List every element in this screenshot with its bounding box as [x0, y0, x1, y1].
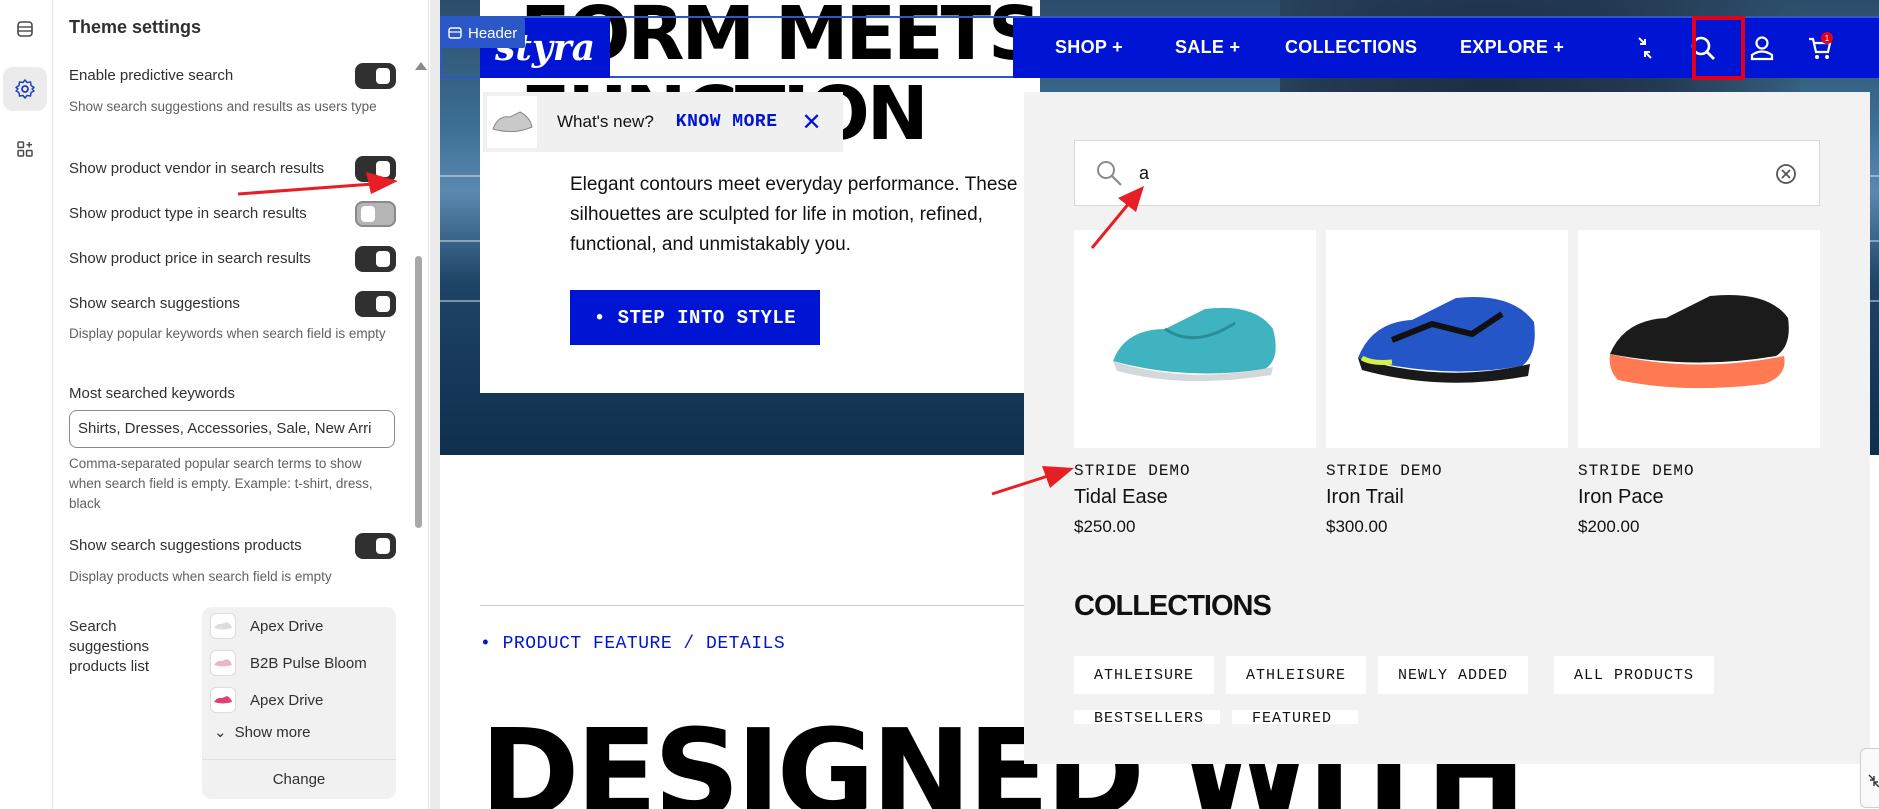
- product-price: $200.00: [1578, 517, 1640, 536]
- product-card[interactable]: STRIDE DEMO Iron Pace $200.00: [1578, 230, 1820, 537]
- divider: [480, 605, 1040, 606]
- list-item-label: Apex Drive: [250, 691, 324, 709]
- nav-explore[interactable]: EXPLORE +: [1460, 37, 1564, 58]
- product-card[interactable]: STRIDE DEMO Iron Trail $300.00: [1326, 230, 1568, 537]
- product-vendor: STRIDE DEMO: [1074, 462, 1191, 480]
- collection-chip[interactable]: ATHLEISURE: [1074, 656, 1215, 694]
- hero-description: Elegant contours meet everyday performan…: [570, 174, 1018, 255]
- price-label: Show product price in search results: [69, 250, 311, 267]
- type-label: Show product type in search results: [69, 205, 307, 222]
- product-image[interactable]: [1074, 230, 1316, 448]
- cart-icon[interactable]: [1800, 28, 1840, 68]
- sections-icon[interactable]: [3, 7, 47, 51]
- clear-search-icon[interactable]: [1775, 163, 1797, 185]
- whats-new-text: What's new?: [557, 112, 654, 131]
- collection-chip[interactable]: ALL PRODUCTS: [1554, 656, 1715, 694]
- shoe-thumbnail: [210, 687, 236, 713]
- annotation-arrow: [991, 466, 1074, 496]
- step-into-style-button[interactable]: • STEP INTO STYLE: [570, 290, 820, 345]
- type-toggle[interactable]: [355, 201, 396, 227]
- list-item[interactable]: Apex Drive: [210, 686, 323, 714]
- nav-sale[interactable]: SALE +: [1175, 37, 1240, 58]
- suggest-products-toggle[interactable]: [355, 533, 396, 559]
- collections-heading: COLLECTIONS: [1074, 590, 1272, 622]
- keywords-help: Comma-separated popular search terms to …: [69, 456, 373, 511]
- left-rail: [0, 0, 53, 809]
- collection-chip[interactable]: NEWLY ADDED: [1378, 656, 1529, 694]
- apps-icon[interactable]: [3, 127, 47, 171]
- list-item-label: Apex Drive: [250, 617, 324, 635]
- search-input[interactable]: a: [1074, 140, 1820, 206]
- product-image[interactable]: [1326, 230, 1568, 448]
- panel-title: Theme settings: [69, 17, 202, 37]
- product-name[interactable]: Iron Trail: [1326, 486, 1568, 509]
- settings-gear-icon[interactable]: [3, 67, 47, 111]
- nav-collections[interactable]: COLLECTIONS: [1285, 37, 1417, 58]
- collapse-preview-button[interactable]: [1860, 748, 1879, 808]
- nav-shop[interactable]: SHOP +: [1055, 37, 1123, 58]
- scroll-up-arrow-icon[interactable]: [415, 62, 427, 70]
- product-name[interactable]: Iron Pace: [1578, 486, 1820, 509]
- product-vendor: STRIDE DEMO: [1578, 462, 1695, 480]
- product-feature-label: • PRODUCT FEATURE / DETAILS: [480, 634, 786, 654]
- keywords-input[interactable]: Shirts, Dresses, Accessories, Sale, New …: [69, 410, 395, 448]
- product-image[interactable]: [1578, 230, 1820, 448]
- shoe-thumbnail: [487, 96, 537, 148]
- suggest-products-label: Show search suggestions products: [69, 537, 302, 554]
- close-icon[interactable]: ✕: [802, 108, 822, 137]
- predictive-search-dropdown: a STRIDE DEMO Tidal Ease $250.00 STRIDE …: [991, 92, 1870, 764]
- list-item[interactable]: B2B Pulse Bloom: [210, 649, 367, 677]
- predictive-search-help: Show search suggestions and results as u…: [69, 99, 377, 114]
- show-more-label: Show more: [234, 723, 311, 741]
- show-more-button[interactable]: ⌄ Show more: [214, 723, 311, 742]
- theme-settings-panel: Theme settings Enable predictive search …: [53, 0, 429, 809]
- store-preview: FORM MEETS FUNCTION Elegant contours mee…: [430, 0, 1879, 809]
- predictive-search-toggle[interactable]: [355, 63, 396, 89]
- predictive-search-label: Enable predictive search: [69, 67, 234, 84]
- chevron-down-icon: ⌄: [214, 724, 227, 741]
- suggestions-label: Show search suggestions: [69, 295, 240, 312]
- suggest-products-help: Display products when search field is em…: [69, 569, 332, 584]
- product-vendor: STRIDE DEMO: [1326, 462, 1443, 480]
- header-section-tag[interactable]: Header: [440, 18, 526, 48]
- collection-chip[interactable]: ATHLEISURE: [1226, 656, 1367, 694]
- product-price: $300.00: [1326, 517, 1388, 536]
- search-query: a: [1139, 163, 1150, 183]
- list-item[interactable]: Apex Drive: [210, 612, 323, 640]
- scroll-thumb[interactable]: [415, 256, 422, 528]
- collapse-icon: [1868, 774, 1879, 788]
- shoe-thumbnail: [210, 613, 236, 639]
- annotation-arrow: [1090, 186, 1144, 249]
- header-tag-label: Header: [468, 24, 518, 42]
- panel-scrollbar[interactable]: [411, 56, 427, 809]
- suggestions-help: Display popular keywords when search fie…: [69, 326, 386, 341]
- search-icon: [1097, 161, 1122, 186]
- account-icon[interactable]: [1742, 28, 1782, 68]
- list-item-label: B2B Pulse Bloom: [250, 654, 367, 672]
- whats-new-banner: What's new? KNOW MORE ✕: [483, 92, 843, 152]
- shoe-thumbnail: [210, 650, 236, 676]
- search-highlight-box: [1692, 16, 1745, 80]
- annotation-arrow: [237, 172, 398, 196]
- know-more-link[interactable]: KNOW MORE: [676, 112, 778, 132]
- products-list-label: Search suggestions products list: [69, 618, 150, 675]
- main-nav: SHOP + SALE + COLLECTIONS EXPLORE +: [1013, 18, 1879, 78]
- keywords-label: Most searched keywords: [69, 385, 235, 402]
- product-name[interactable]: Tidal Ease: [1074, 486, 1316, 509]
- product-price: $250.00: [1074, 517, 1136, 536]
- cart-count-badge: 1: [1821, 32, 1833, 44]
- storefront-page: FORM MEETS FUNCTION Elegant contours mee…: [440, 0, 1879, 809]
- collapse-icon[interactable]: [1625, 28, 1665, 68]
- products-list-box: Apex Drive B2B Pulse Bloom Apex Drive ⌄ …: [202, 607, 396, 799]
- price-toggle[interactable]: [355, 246, 396, 272]
- product-card[interactable]: STRIDE DEMO Tidal Ease $250.00: [1074, 230, 1316, 537]
- suggestions-toggle[interactable]: [355, 291, 396, 317]
- change-button[interactable]: Change: [202, 759, 396, 799]
